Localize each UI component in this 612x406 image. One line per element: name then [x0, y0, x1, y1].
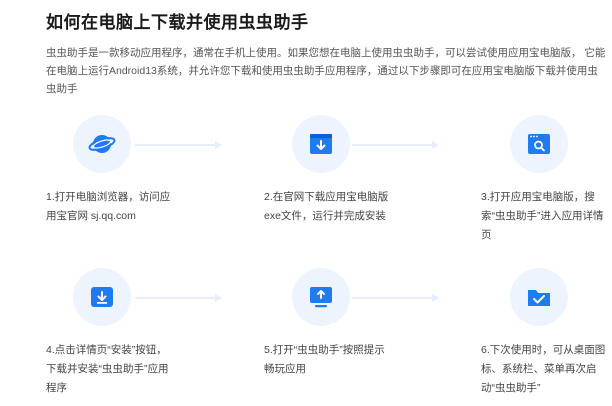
intro-paragraph: 虫虫助手是一款移动应用程序，通常在手机上使用。如果您想在电脑上使用虫虫助手，可以…: [46, 47, 606, 95]
step-1: [73, 115, 131, 173]
folder-check-icon: [528, 290, 550, 306]
step-6: [510, 268, 568, 326]
step-5-text: 5.打开“虫虫助手”按照提示畅玩应用: [264, 344, 385, 375]
step-5: [292, 268, 350, 326]
globe-icon: [88, 135, 116, 153]
step-6-text: 6.下次使用时，可从桌面图标、系统栏、菜单再次启动“虫虫助手”: [481, 344, 606, 394]
launch-monitor-icon: [310, 287, 332, 308]
step-arrow-icon: [215, 141, 222, 149]
step-3-text: 3.打开应用宝电脑版，搜索“虫虫助手”进入应用详情页: [481, 191, 604, 241]
step-1-text: 1.打开电脑浏览器，访问应用宝官网 sj.qq.com: [46, 191, 171, 222]
step-arrow-icon: [215, 294, 222, 302]
page-title: 如何在电脑上下载并使用虫虫助手: [46, 13, 309, 32]
step-connector: [352, 144, 432, 146]
step-connector: [135, 144, 215, 146]
download-box-icon: [91, 287, 113, 307]
step-connector: [135, 297, 215, 299]
search-window-icon: [528, 134, 550, 154]
download-window-icon: [310, 134, 332, 154]
step-4-text: 4.点击详情页“安装”按钮，下载并安装“虫虫助手”应用程序: [46, 344, 169, 394]
step-connector: [352, 297, 432, 299]
step-3: [510, 115, 568, 173]
step-2: [292, 115, 350, 173]
step-arrow-icon: [432, 294, 439, 302]
step-arrow-icon: [432, 141, 439, 149]
step-4: [73, 268, 131, 326]
step-2-text: 2.在官网下载应用宝电脑版exe文件，运行并完成安装: [264, 191, 389, 222]
